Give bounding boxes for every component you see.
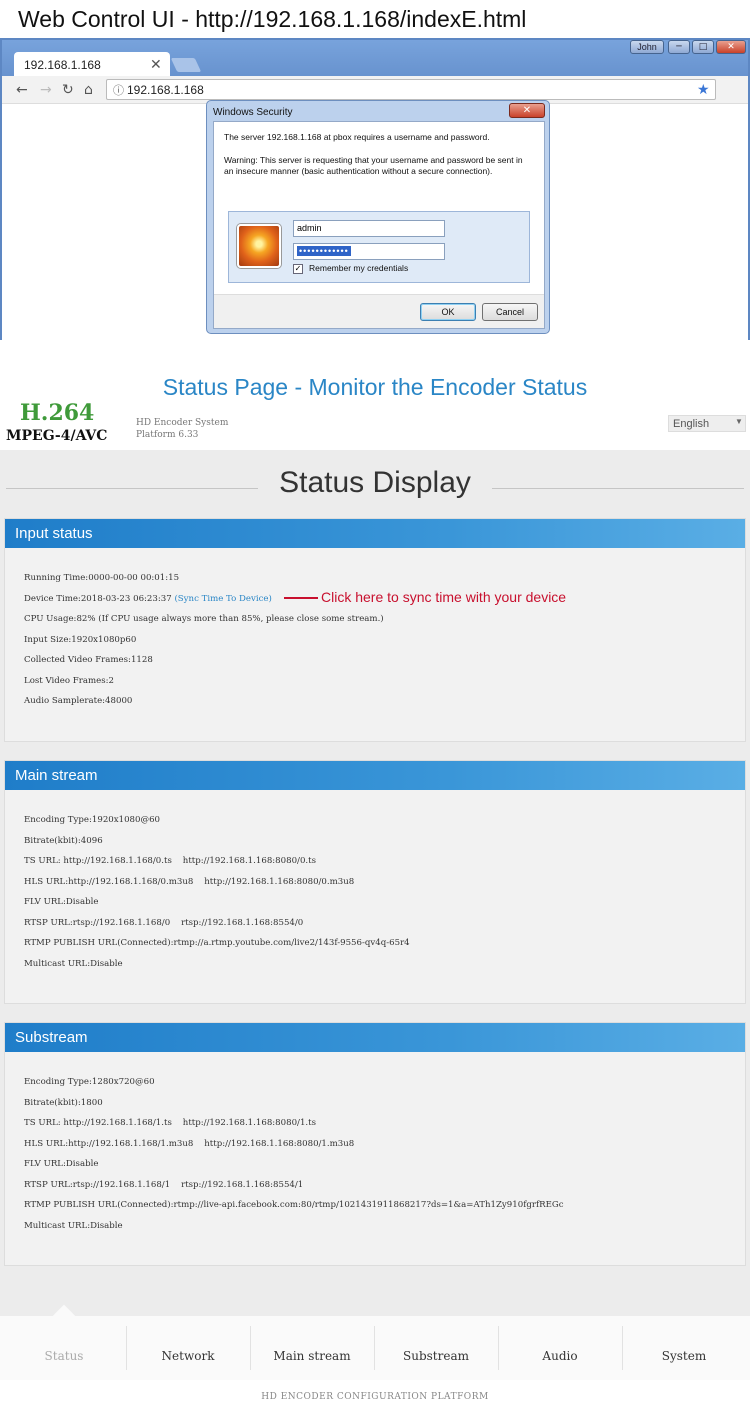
minimize-icon[interactable]: ─ (668, 40, 690, 54)
bookmark-star-icon[interactable]: ★ (697, 81, 710, 98)
remember-checkbox[interactable]: ✓ (293, 264, 303, 274)
title-divider-right (492, 488, 744, 489)
sync-annotation: Click here to sync time with your device (321, 589, 567, 605)
rtsp-url[interactable]: RTSP URL:rtsp://192.168.1.168/0 rtsp://1… (24, 918, 303, 928)
ok-button[interactable]: OK (420, 303, 476, 321)
logo-mpeg4: MPEG-4/AVC (6, 428, 108, 444)
reload-icon[interactable]: ↻ (62, 82, 74, 98)
user-avatar-icon (237, 224, 281, 268)
dialog-title: Windows Security (213, 107, 293, 118)
input-status-panel: Input status Running Time:0000-00-00 00:… (4, 518, 746, 742)
dialog-warning: Warning: This server is requesting that … (224, 155, 523, 176)
status-display-title: Status Display (279, 466, 471, 499)
cpu-usage: CPU Usage:82% (If CPU usage always more … (24, 614, 384, 624)
home-icon[interactable]: ⌂ (84, 82, 93, 98)
panel-header: Input status (5, 519, 745, 548)
page-heading: Status Page - Monitor the Encoder Status (162, 374, 588, 400)
nav-main-stream[interactable]: Main stream (250, 1316, 374, 1380)
ts-url[interactable]: TS URL: http://192.168.1.168/1.ts http:/… (24, 1118, 316, 1128)
logo-h264: H.264 (20, 400, 95, 426)
multicast-url: Multicast URL:Disable (24, 959, 123, 969)
system-platform: Platform 6.33 (136, 430, 199, 440)
bitrate: Bitrate(kbit):4096 (24, 836, 103, 846)
device-time: Device Time:2018-03-23 06:23:37 (24, 594, 172, 604)
user-profile-button[interactable]: John (630, 40, 664, 54)
hls-url[interactable]: HLS URL:http://192.168.1.168/0.m3u8 http… (24, 877, 354, 887)
flv-url: FLV URL:Disable (24, 897, 99, 907)
password-field[interactable]: •••••••••••• (293, 243, 445, 260)
nav-system[interactable]: System (622, 1316, 746, 1380)
nav-substream[interactable]: Substream (374, 1316, 498, 1380)
audio-samplerate: Audio Samplerate:48000 (24, 696, 133, 706)
sync-time-link[interactable]: (Sync Time To Device) (174, 594, 271, 604)
browser-window: 192.168.1.168 ✕ John ─ □ ✕ ← → ↻ ⌂ ⓘ 192… (0, 38, 750, 340)
language-value: English (673, 418, 710, 430)
cancel-button[interactable]: Cancel (482, 303, 538, 321)
rtsp-url[interactable]: RTSP URL:rtsp://192.168.1.168/1 rtsp://1… (24, 1180, 303, 1190)
browser-tab[interactable]: 192.168.1.168 ✕ (14, 52, 170, 76)
credential-box: admin •••••••••••• ✓ Remember my credent… (228, 211, 530, 283)
substream-panel: Substream Encoding Type:1280x720@60 Bitr… (4, 1022, 746, 1266)
url-text: 192.168.1.168 (127, 83, 204, 97)
device-time-row: Device Time:2018-03-23 06:23:37 (Sync Ti… (24, 594, 272, 604)
rtmp-publish-url[interactable]: RTMP PUBLISH URL(Connected):rtmp://a.rtm… (24, 938, 410, 948)
multicast-url: Multicast URL:Disable (24, 1221, 123, 1231)
collected-frames: Collected Video Frames:1128 (24, 655, 153, 665)
encoding-type: Encoding Type:1920x1080@60 (24, 815, 160, 825)
language-select[interactable]: English ▼ (668, 415, 746, 432)
address-bar[interactable]: ⓘ 192.168.1.168 ★ (106, 79, 716, 100)
forward-icon[interactable]: → (40, 82, 52, 98)
tab-title: 192.168.1.168 (24, 58, 101, 72)
remember-label: Remember my credentials (309, 263, 409, 273)
login-dialog: Windows Security ✕ The server 192.168.1.… (206, 100, 550, 334)
flv-url: FLV URL:Disable (24, 1159, 99, 1169)
nav-status[interactable]: Status (2, 1316, 126, 1380)
dialog-message: The server 192.168.1.168 at pbox require… (224, 132, 490, 142)
encoding-type: Encoding Type:1280x720@60 (24, 1077, 155, 1087)
nav-network[interactable]: Network (126, 1316, 250, 1380)
bitrate: Bitrate(kbit):1800 (24, 1098, 103, 1108)
system-name: HD Encoder System (136, 418, 229, 428)
lost-frames: Lost Video Frames:2 (24, 676, 114, 686)
tab-close-icon[interactable]: ✕ (150, 56, 162, 73)
back-icon[interactable]: ← (16, 82, 28, 98)
main-stream-panel: Main stream Encoding Type:1920x1080@60 B… (4, 760, 746, 1004)
panel-header: Main stream (5, 761, 745, 790)
window-close-icon[interactable]: ✕ (716, 40, 746, 54)
info-icon[interactable]: ⓘ (113, 82, 124, 98)
footer-text: HD ENCODER CONFIGURATION PLATFORM (0, 1380, 750, 1411)
browser-chrome: 192.168.1.168 ✕ John ─ □ ✕ ← → ↻ ⌂ ⓘ 192… (2, 40, 748, 104)
running-time: Running Time:0000-00-00 00:01:15 (24, 573, 180, 583)
password-mask: •••••••••••• (297, 246, 351, 256)
ts-url[interactable]: TS URL: http://192.168.1.168/0.ts http:/… (24, 856, 316, 866)
maximize-icon[interactable]: □ (692, 40, 714, 54)
dialog-close-icon[interactable]: ✕ (509, 103, 545, 118)
rtmp-publish-url[interactable]: RTMP PUBLISH URL(Connected):rtmp://live-… (24, 1200, 564, 1210)
annotation-line (284, 597, 318, 599)
panel-header: Substream (5, 1023, 745, 1052)
new-tab-button[interactable] (170, 58, 202, 72)
dialog-footer: OK Cancel (214, 294, 544, 328)
input-size: Input Size:1920x1080p60 (24, 635, 137, 645)
dropdown-arrow-icon: ▼ (735, 417, 743, 426)
caption: Web Control UI - http://192.168.1.168/in… (18, 6, 527, 32)
hls-url[interactable]: HLS URL:http://192.168.1.168/1.m3u8 http… (24, 1139, 354, 1149)
nav-audio[interactable]: Audio (498, 1316, 622, 1380)
dialog-body: The server 192.168.1.168 at pbox require… (213, 121, 545, 329)
username-field[interactable]: admin (293, 220, 445, 237)
